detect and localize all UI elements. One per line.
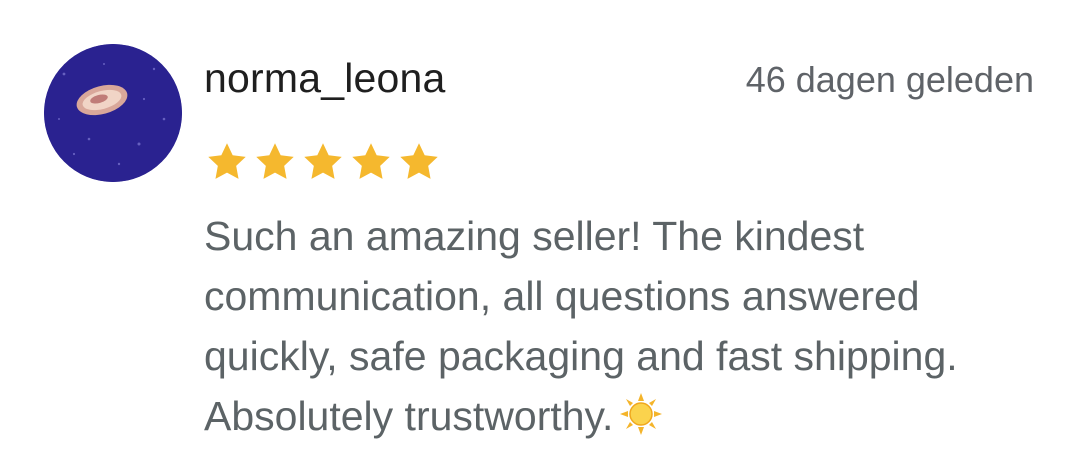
avatar-image — [44, 44, 182, 182]
star-icon — [400, 143, 438, 179]
review-timestamp: 46 dagen geleden — [745, 59, 1034, 100]
star-icon — [208, 143, 246, 179]
username[interactable]: norma_leona — [204, 52, 446, 104]
star-icon — [304, 143, 342, 179]
sun-icon — [620, 393, 663, 435]
review-text: Such an amazing seller! The kindest comm… — [204, 213, 958, 439]
star-rating — [204, 140, 442, 184]
review-card: norma_leona 46 dagen geleden Such an ama… — [0, 0, 1080, 470]
avatar[interactable] — [44, 44, 182, 182]
star-icon — [256, 143, 294, 179]
review-body: Such an amazing seller! The kindest comm… — [204, 206, 1054, 446]
star-icon — [352, 143, 390, 179]
